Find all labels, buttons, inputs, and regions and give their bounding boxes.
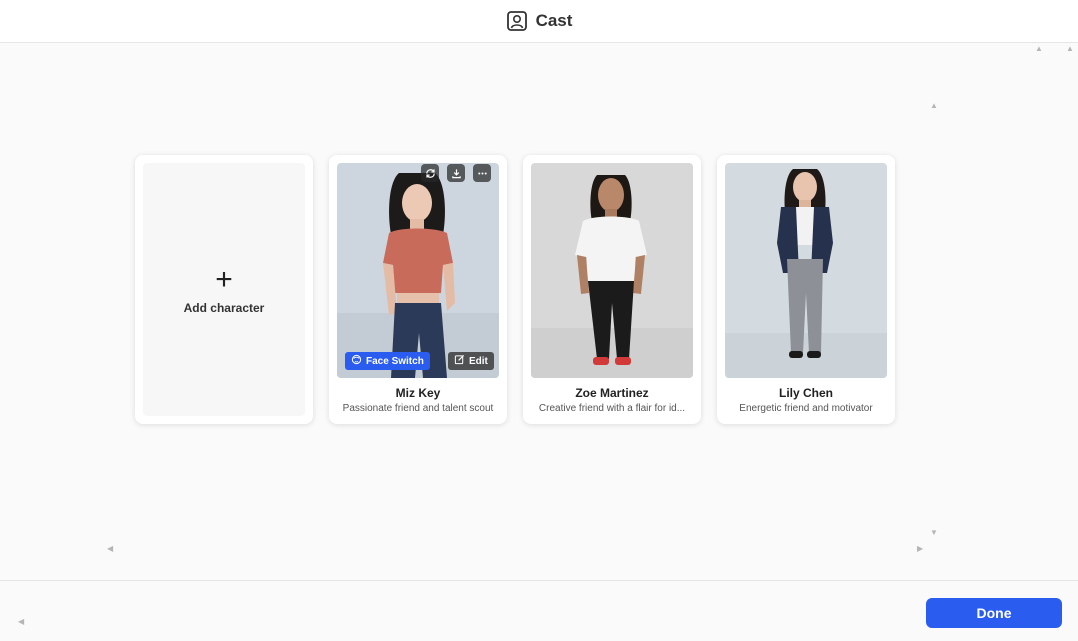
character-card[interactable]: Zoe Martinez Creative friend with a flai… bbox=[523, 155, 701, 424]
character-photo[interactable] bbox=[725, 163, 887, 378]
add-character-button[interactable]: + Add character bbox=[143, 163, 305, 416]
face-icon bbox=[351, 354, 362, 368]
download-icon[interactable] bbox=[447, 164, 465, 182]
regenerate-icon[interactable] bbox=[421, 164, 439, 182]
edit-label: Edit bbox=[469, 355, 488, 367]
character-description: Energetic friend and motivator bbox=[739, 403, 873, 414]
done-button[interactable]: Done bbox=[926, 598, 1062, 628]
character-photo[interactable] bbox=[531, 163, 693, 378]
edit-button[interactable]: Edit bbox=[448, 352, 494, 370]
character-name: Lily Chen bbox=[778, 386, 833, 400]
scroll-up-icon[interactable]: ▲ bbox=[930, 102, 938, 110]
character-name: Miz Key bbox=[395, 386, 441, 400]
scroll-left-icon[interactable]: ◀ bbox=[18, 618, 24, 626]
face-switch-label: Face Switch bbox=[366, 355, 424, 367]
scroll-up-icon[interactable]: ▲ bbox=[1035, 45, 1043, 53]
face-switch-button[interactable]: Face Switch bbox=[345, 352, 430, 370]
add-character-label: Add character bbox=[183, 300, 265, 315]
page-title: Cast bbox=[535, 11, 573, 30]
portrait-icon bbox=[506, 10, 528, 32]
top-bar: Cast bbox=[0, 0, 1078, 43]
more-options-icon[interactable] bbox=[473, 164, 491, 182]
character-photo[interactable] bbox=[337, 163, 499, 378]
scroll-up-icon[interactable]: ▲ bbox=[1066, 45, 1074, 53]
scroll-down-icon[interactable]: ▼ bbox=[930, 529, 938, 537]
character-name: Zoe Martinez bbox=[575, 386, 649, 400]
footer-bar: ◀ Done bbox=[0, 580, 1078, 641]
character-card[interactable]: Lily Chen Energetic friend and motivator bbox=[717, 155, 895, 424]
edit-icon bbox=[454, 354, 465, 368]
scroll-right-icon[interactable]: ▶ bbox=[917, 545, 923, 553]
character-description: Passionate friend and talent scout bbox=[342, 403, 494, 414]
plus-icon: + bbox=[215, 262, 233, 296]
character-description: Creative friend with a flair for id... bbox=[538, 403, 686, 414]
add-character-card[interactable]: + Add character bbox=[135, 155, 313, 424]
character-card[interactable]: Face Switch Edit Miz Key Passionate frie… bbox=[329, 155, 507, 424]
scroll-left-icon[interactable]: ◀ bbox=[107, 545, 113, 553]
